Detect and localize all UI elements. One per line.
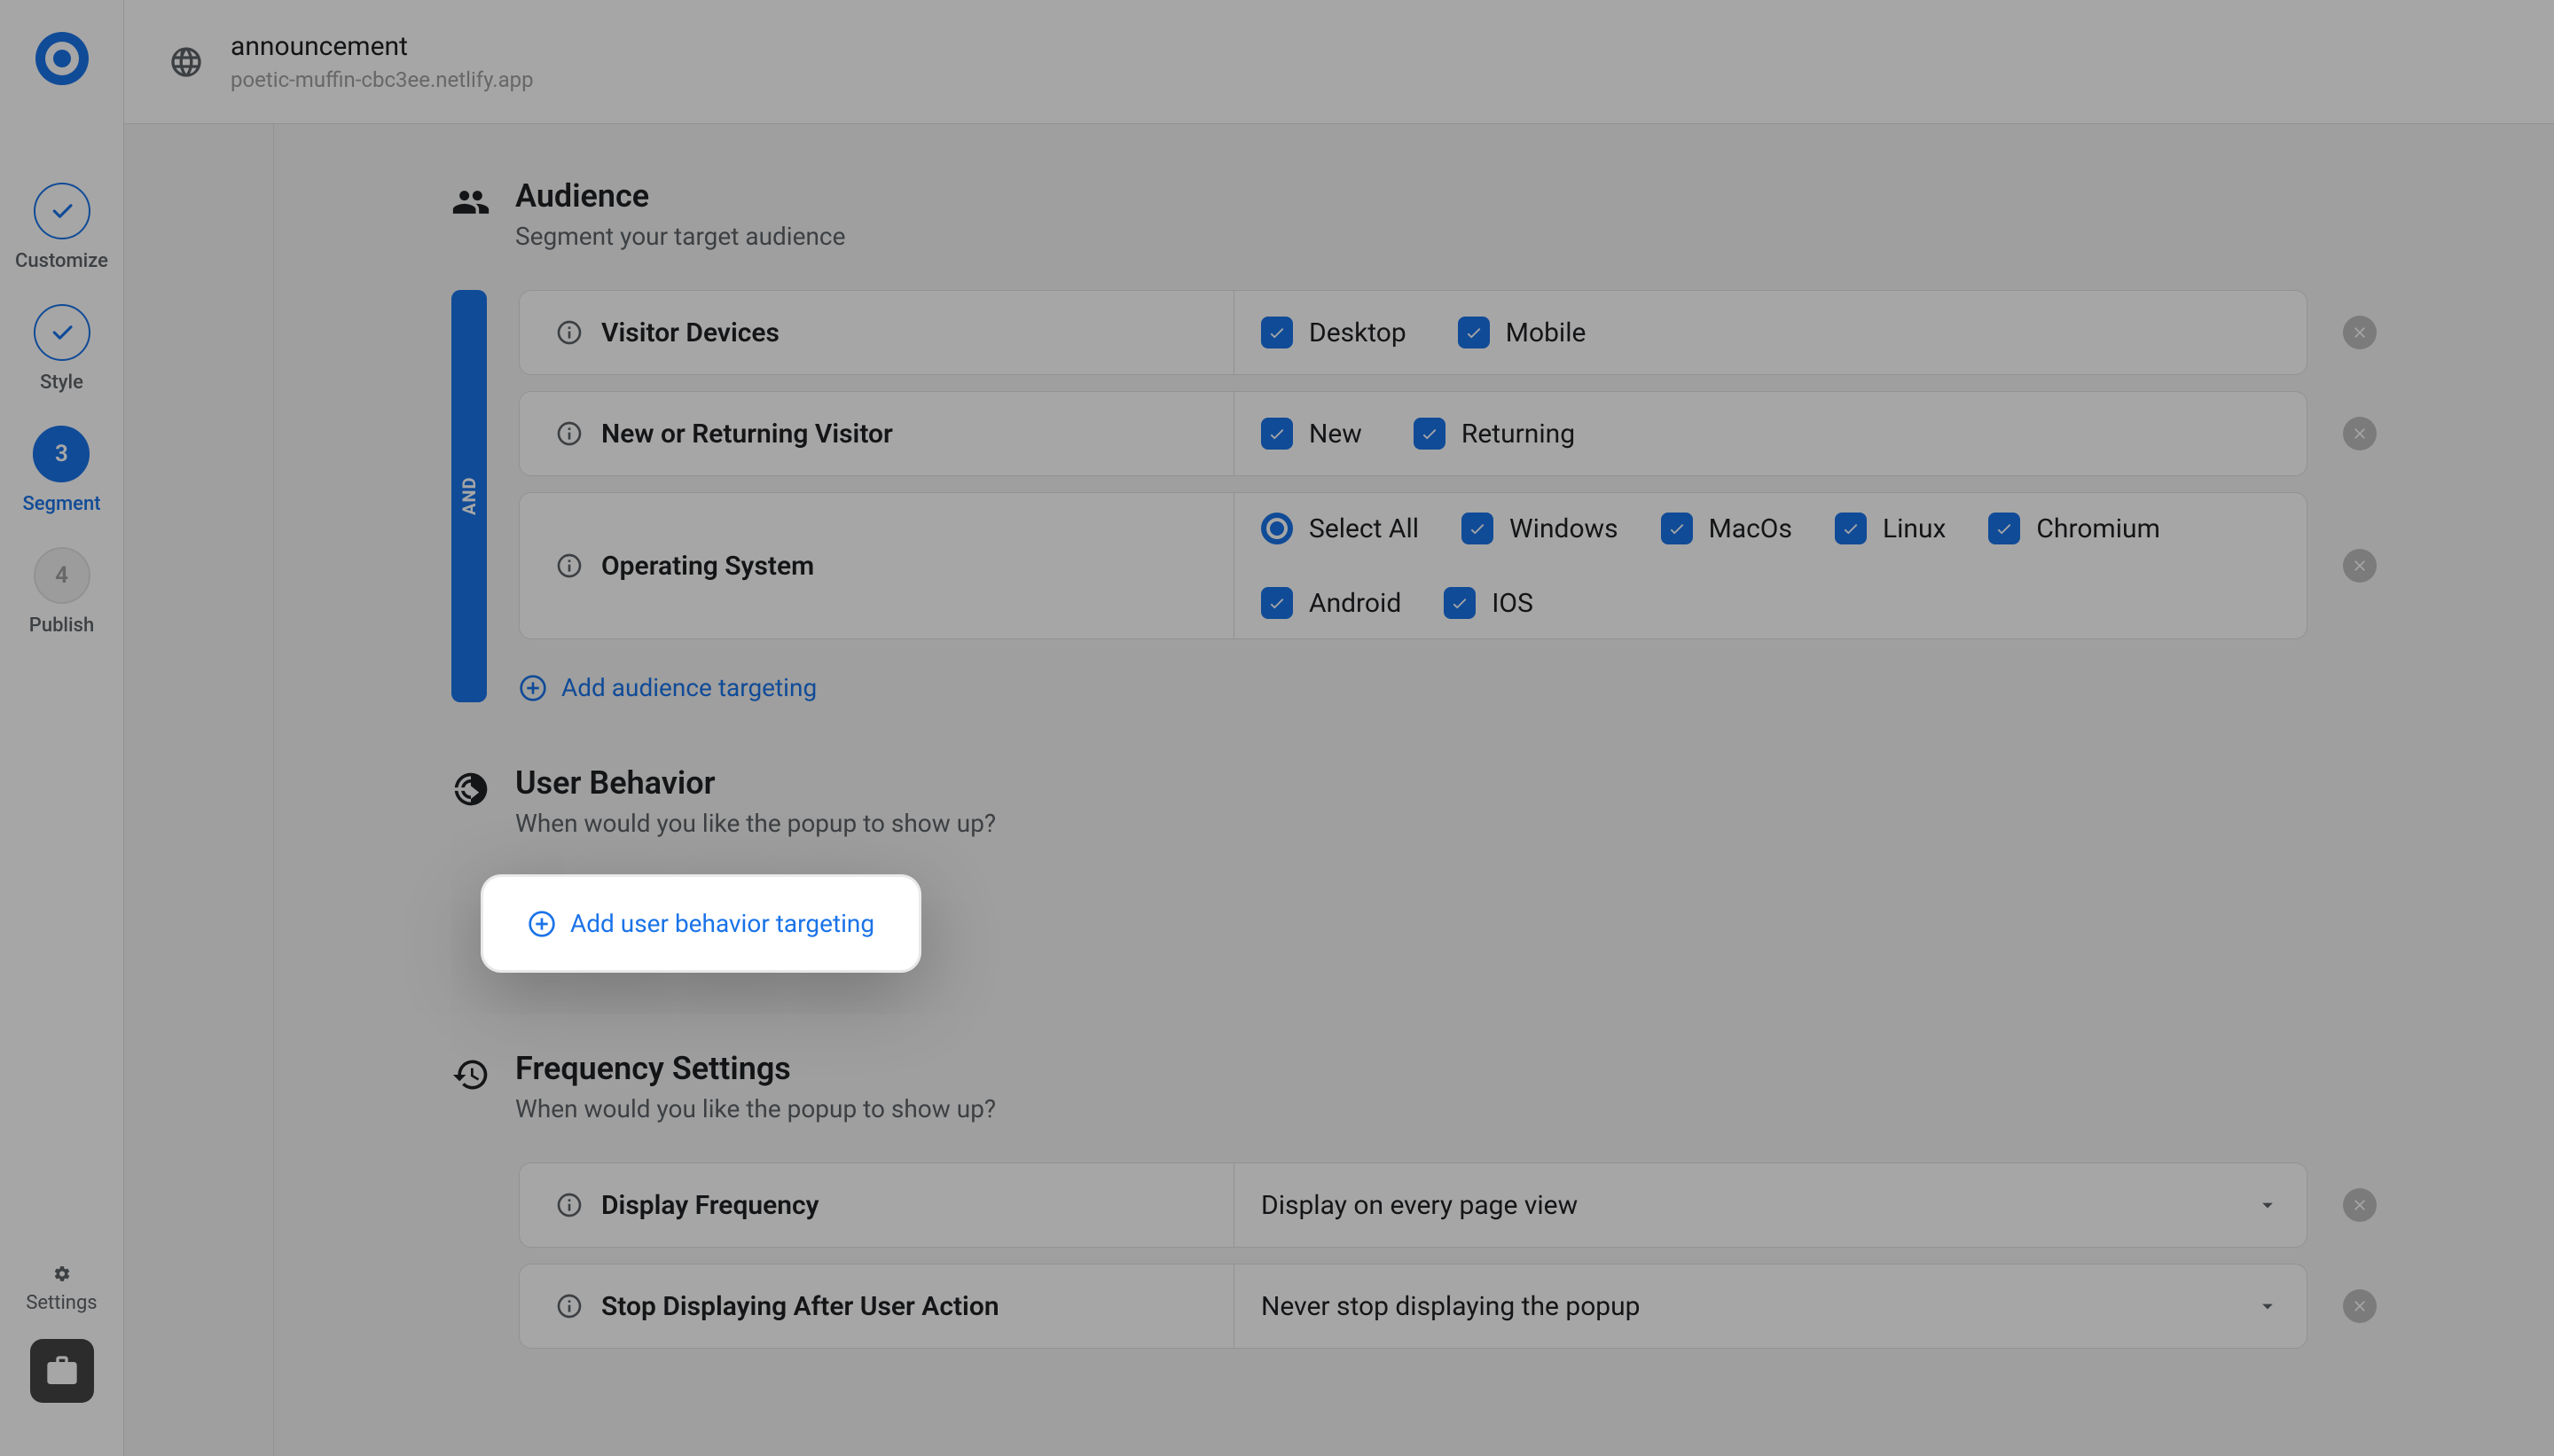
main: Audience Segment your target audience AN… — [124, 124, 2554, 1456]
briefcase-button[interactable] — [30, 1339, 94, 1403]
section-audience: Audience Segment your target audience AN… — [451, 177, 2377, 702]
section-user-behavior: User Behavior When would you like the po… — [451, 764, 2377, 970]
step-label: Segment — [22, 493, 100, 515]
globe-icon — [168, 44, 204, 80]
option-new[interactable]: New — [1261, 418, 1362, 450]
page-header: announcement poetic-muffin-cbc3ee.netlif… — [124, 0, 2554, 124]
step-customize[interactable]: Customize — [15, 183, 108, 272]
option-android[interactable]: Android — [1261, 587, 1401, 619]
check-icon — [34, 183, 90, 239]
close-icon — [2351, 425, 2369, 442]
rule-name: Display Frequency — [601, 1190, 819, 1221]
rule-name: New or Returning Visitor — [601, 419, 893, 450]
audience-subtitle: Segment your target audience — [515, 222, 845, 251]
remove-button[interactable] — [2343, 1289, 2377, 1323]
settings-button[interactable]: Settings — [37, 1264, 87, 1314]
step-label: Style — [40, 372, 83, 394]
app-logo[interactable] — [35, 32, 89, 85]
header-subdomain: poetic-muffin-cbc3ee.netlify.app — [231, 67, 534, 92]
option-ios[interactable]: IOS — [1444, 587, 1533, 619]
info-icon[interactable] — [555, 552, 584, 580]
check-icon — [34, 304, 90, 361]
close-icon — [2351, 557, 2369, 575]
step-label: Publish — [29, 614, 94, 637]
stop-displaying-select[interactable]: Never stop displaying the popup — [1234, 1264, 2307, 1348]
add-behavior-targeting-button[interactable]: Add user behavior targeting — [528, 909, 874, 938]
info-icon[interactable] — [555, 1292, 584, 1320]
rule-new-returning: New or Returning Visitor New Returning — [519, 391, 2307, 476]
header-title: announcement — [231, 31, 534, 62]
close-icon — [2351, 1297, 2369, 1315]
rule-stop-displaying: Stop Displaying After User Action Never … — [519, 1264, 2307, 1349]
add-behavior-targeting-card: Add user behavior targeting — [483, 877, 919, 970]
people-icon — [451, 183, 490, 222]
remove-button[interactable] — [2343, 549, 2377, 583]
history-icon — [451, 1055, 490, 1094]
option-chromium[interactable]: Chromium — [1988, 513, 2159, 544]
behavior-subtitle: When would you like the popup to show up… — [515, 809, 996, 838]
plus-circle-icon — [528, 910, 556, 938]
plus-circle-icon — [519, 674, 547, 702]
rule-name: Operating System — [601, 551, 814, 582]
option-windows[interactable]: Windows — [1461, 513, 1618, 544]
rule-operating-system: Operating System Select All Windows MacO… — [519, 492, 2307, 639]
option-desktop[interactable]: Desktop — [1261, 317, 1406, 348]
info-icon[interactable] — [555, 318, 584, 347]
remove-button[interactable] — [2343, 417, 2377, 450]
briefcase-icon — [44, 1353, 80, 1389]
rule-visitor-devices: Visitor Devices Desktop Mobile — [519, 290, 2307, 375]
section-frequency: Frequency Settings When would you like t… — [451, 1050, 2377, 1349]
settings-label: Settings — [26, 1292, 97, 1314]
option-select-all[interactable]: Select All — [1261, 513, 1419, 544]
frequency-subtitle: When would you like the popup to show up… — [515, 1094, 996, 1123]
option-mobile[interactable]: Mobile — [1458, 317, 1586, 348]
option-returning[interactable]: Returning — [1414, 418, 1575, 450]
display-frequency-select[interactable]: Display on every page view — [1234, 1163, 2307, 1247]
step-label: Customize — [15, 250, 108, 272]
rule-name: Visitor Devices — [601, 317, 780, 348]
left-rail: Customize Style 3 Segment 4 Publish Sett… — [0, 0, 124, 1456]
info-icon[interactable] — [555, 419, 584, 448]
target-click-icon — [451, 770, 490, 809]
remove-button[interactable] — [2343, 1188, 2377, 1222]
option-macos[interactable]: MacOs — [1661, 513, 1792, 544]
behavior-title: User Behavior — [515, 764, 996, 802]
chevron-down-icon — [2255, 1294, 2280, 1319]
add-audience-targeting-button[interactable]: Add audience targeting — [519, 655, 2377, 702]
chevron-down-icon — [2255, 1193, 2280, 1217]
audience-title: Audience — [515, 177, 845, 215]
rule-display-frequency: Display Frequency Display on every page … — [519, 1162, 2307, 1248]
step-style[interactable]: Style — [34, 304, 90, 394]
and-connector: AND — [451, 290, 487, 702]
option-linux[interactable]: Linux — [1835, 513, 1946, 544]
frequency-title: Frequency Settings — [515, 1050, 996, 1087]
gear-icon — [44, 1264, 80, 1283]
info-icon[interactable] — [555, 1191, 584, 1219]
step-publish[interactable]: 4 Publish — [29, 547, 94, 637]
remove-button[interactable] — [2343, 316, 2377, 349]
step-segment[interactable]: 3 Segment — [22, 426, 100, 515]
close-icon — [2351, 324, 2369, 341]
rule-name: Stop Displaying After User Action — [601, 1291, 999, 1322]
close-icon — [2351, 1196, 2369, 1214]
